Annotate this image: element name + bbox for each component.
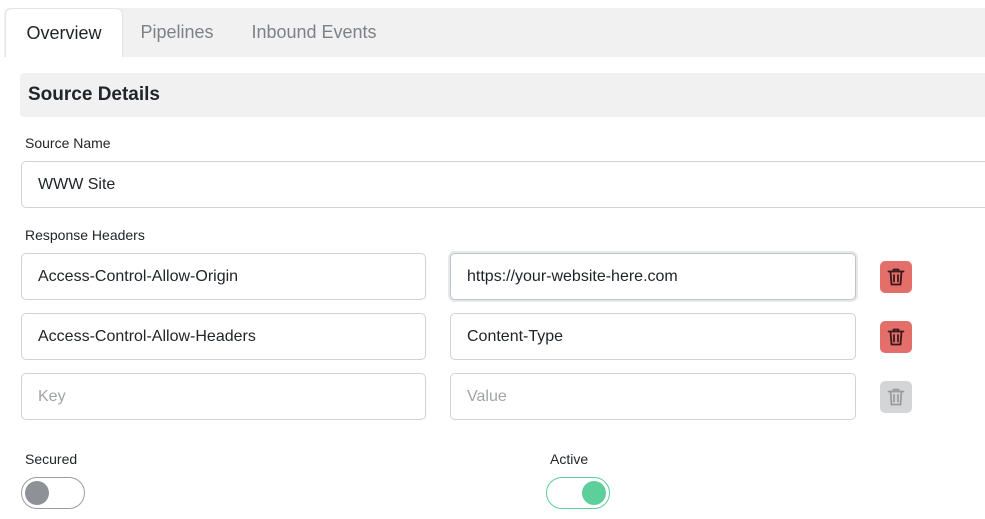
active-toggle[interactable] xyxy=(546,477,610,509)
header-key-input[interactable] xyxy=(21,253,426,300)
source-name-input[interactable] xyxy=(21,161,985,208)
trash-icon xyxy=(887,268,905,286)
section-title: Source Details xyxy=(28,84,160,105)
secured-label: Secured xyxy=(25,451,78,467)
toggle-knob xyxy=(582,481,606,505)
header-value-input[interactable] xyxy=(450,373,856,420)
secured-toggle[interactable] xyxy=(21,477,85,509)
trash-icon xyxy=(887,328,905,346)
tab-bar: Overview Pipelines Inbound Events xyxy=(4,8,985,57)
header-value-input[interactable] xyxy=(450,253,856,300)
trash-icon xyxy=(887,388,905,406)
header-key-input[interactable] xyxy=(21,313,426,360)
toggle-knob xyxy=(25,481,49,505)
tab-inbound-events[interactable]: Inbound Events xyxy=(247,8,381,57)
source-name-label: Source Name xyxy=(25,135,111,151)
header-key-input[interactable] xyxy=(21,373,426,420)
tab-overview[interactable]: Overview xyxy=(5,8,123,57)
section-header: Source Details xyxy=(20,73,985,117)
delete-header-button[interactable] xyxy=(880,321,912,353)
active-label: Active xyxy=(550,451,589,467)
response-headers-label: Response Headers xyxy=(25,227,145,243)
tab-pipelines[interactable]: Pipelines xyxy=(135,8,219,57)
delete-header-button[interactable] xyxy=(880,381,912,413)
header-value-input[interactable] xyxy=(450,313,856,360)
delete-header-button[interactable] xyxy=(880,261,912,293)
